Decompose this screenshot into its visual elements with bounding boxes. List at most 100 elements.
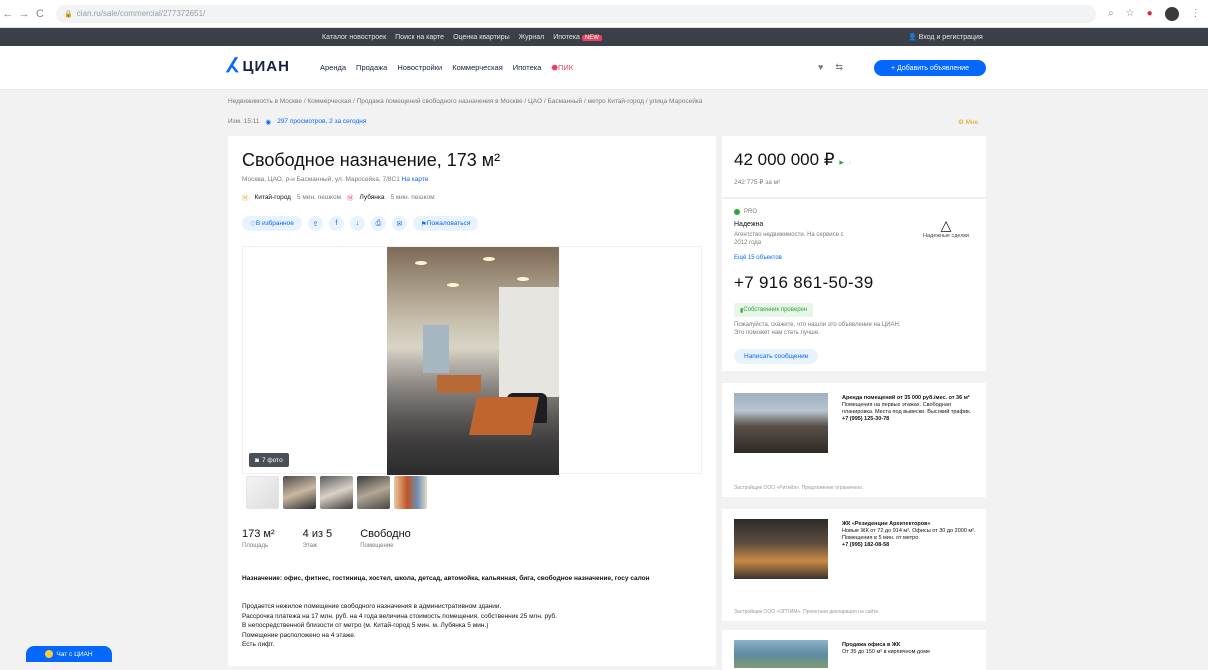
extension-icon[interactable]: ● — [1147, 8, 1153, 19]
metro-station[interactable]: Лубянка — [360, 194, 385, 201]
print-icon[interactable]: ⎙ — [370, 216, 386, 231]
agent-logo[interactable]: △ Надежные сделки — [918, 217, 974, 239]
avatar[interactable] — [1164, 6, 1179, 21]
price-value: 42 000 000 ₽ ▸ ◦ — [734, 150, 852, 169]
photo-gallery[interactable]: ◙ 7 фото — [242, 246, 702, 475]
contact-note: Пожалуйста, скажите, что нашли это объяв… — [734, 322, 901, 336]
photo-thumbnails — [246, 476, 427, 509]
ad-card[interactable]: Аренда помещений от 35 000 руб./мес. от … — [722, 383, 986, 497]
contact-card: PRO Надежна Агентство недвижимости. На с… — [722, 199, 986, 371]
listing-meta: Изм. 15:11 ◉ 297 просмотров, 2 за сегодн… — [228, 118, 366, 126]
compare-icon[interactable]: ⇆ — [835, 62, 843, 73]
favorites-icon[interactable]: ♥ — [818, 62, 823, 73]
social-icon[interactable]: f — [328, 216, 344, 231]
toplink-valuation[interactable]: Оценка квартиры — [453, 34, 510, 41]
toplink-catalog[interactable]: Каталог новостроек — [322, 34, 386, 41]
complain-button[interactable]: ⚑ Пожаловаться — [412, 216, 479, 231]
add-listing-button[interactable]: + Добавить объявление — [874, 60, 986, 76]
nav-sale[interactable]: Продажа — [356, 63, 387, 72]
photo-lamp — [415, 261, 427, 265]
thumbnail[interactable] — [283, 476, 316, 509]
menu-icon[interactable]: ⋮ — [1191, 8, 1201, 19]
offer-card: Свободное назначение, 173 м² Москва, ЦАО… — [228, 136, 716, 666]
agent-more-link[interactable]: Ещё 15 объектов — [734, 255, 782, 261]
ad-image[interactable] — [734, 640, 828, 668]
price-history-icon[interactable]: ◦ — [849, 158, 852, 167]
spec-area: 173 м² Площадь — [242, 528, 275, 549]
logo-icon: ⵃ — [226, 55, 239, 77]
thumbnail[interactable] — [357, 476, 390, 509]
photo-lamp — [447, 283, 459, 287]
price-trend-icon[interactable]: ▸ — [839, 157, 844, 167]
agent-name[interactable]: Надежна — [734, 221, 763, 228]
map-link[interactable]: На карте — [402, 176, 429, 183]
url-text: cian.ru/sale/commercial/277372651/ — [76, 9, 206, 18]
toplink-mortgage[interactable]: Ипотека NEW — [553, 34, 602, 41]
price-per-meter: 242 775 ₽ за м² — [734, 179, 781, 186]
browser-toolbar: ← → C 🔒 cian.ru/sale/commercial/27737265… — [0, 0, 1208, 28]
main-photo[interactable] — [387, 247, 559, 475]
photo-lamp — [517, 277, 529, 281]
cian-logo[interactable]: ⵃ ЦИАН — [226, 56, 290, 76]
nav-rent[interactable]: Аренда — [320, 63, 346, 72]
views-icon: ◉ — [265, 119, 272, 126]
offer-purpose: Назначение: офис, фитнес, гостиница, хос… — [242, 575, 650, 582]
nav-mortgage[interactable]: Ипотека — [513, 63, 542, 72]
status-dot — [734, 209, 740, 215]
camera-icon: ◙ — [255, 456, 259, 464]
ad-text: Аренда помещений от 35 000 руб./мес. от … — [842, 395, 972, 422]
phone-number[interactable]: +7 916 861-50-39 — [734, 273, 874, 293]
favorite-button[interactable]: ♡ В избранное — [242, 216, 302, 231]
chat-icon — [45, 650, 54, 658]
nav-newbuild[interactable]: Новостройки — [397, 63, 442, 72]
main-nav: Аренда Продажа Новостройки Коммерческая … — [320, 63, 573, 72]
agency-logo-icon: △ — [940, 217, 952, 233]
pro-badge: PRO — [734, 209, 757, 215]
thumbnail[interactable] — [320, 476, 353, 509]
ad-footer: Застройщик ООО «ОПТИМ». Проектная деклар… — [734, 608, 880, 615]
reload-button[interactable]: C — [32, 8, 48, 20]
zoom-icon[interactable]: ⌕ — [1108, 8, 1114, 19]
views-count[interactable]: 297 просмотров, 2 за сегодня — [277, 118, 366, 126]
write-message-button[interactable]: Написать сообщение — [734, 349, 819, 364]
ad-image[interactable] — [734, 393, 828, 453]
message-icon[interactable]: ✉ — [391, 216, 407, 231]
share-icon[interactable]: ⇪ — [307, 216, 323, 231]
download-icon[interactable]: ↓ — [349, 216, 365, 231]
back-button[interactable]: ← — [0, 8, 16, 20]
updated-time: Изм. 15:11 — [228, 118, 260, 125]
verified-badge: ▮ Собственник проверен — [734, 303, 814, 317]
offer-actions: ♡ В избранное ⇪ f ↓ ⎙ ✉ ⚑ Пожаловаться — [242, 216, 479, 231]
photo-desk — [468, 397, 540, 435]
toplink-journal[interactable]: Журнал — [519, 34, 545, 41]
breadcrumb[interactable]: Недвижимость в Москве / Коммерческая / П… — [228, 98, 702, 105]
photo-lamp — [483, 257, 495, 261]
ad-card[interactable]: Продажа офиса в ЖК От 35 до 150 м² в кир… — [722, 630, 986, 670]
metro-icon: Ⓜ — [347, 195, 354, 202]
nav-pik[interactable]: ⬣ПИК — [551, 63, 573, 72]
site-header: ⵃ ЦИАН Аренда Продажа Новостройки Коммер… — [0, 46, 1208, 90]
toplink-map[interactable]: Поиск на карте — [395, 34, 444, 41]
help-link[interactable]: ⚙ Мне — [958, 118, 978, 126]
address-bar[interactable]: 🔒 cian.ru/sale/commercial/277372651/ — [56, 4, 1096, 23]
metro-station[interactable]: Китай-город — [255, 194, 291, 201]
photo-wall — [499, 287, 559, 397]
photo-count-badge[interactable]: ◙ 7 фото — [249, 453, 289, 467]
nav-commercial[interactable]: Коммерческая — [452, 63, 503, 72]
star-icon[interactable]: ☆ — [1126, 8, 1135, 19]
metro-list: Ⓜ Китай-город 5 мин. пешком Ⓜ Лубянка 5 … — [242, 192, 435, 203]
photo-desk — [437, 375, 481, 393]
forward-button[interactable]: → — [16, 8, 32, 20]
ad-text: ЖК «Резиденции Архитекторов» Новые ЖК от… — [842, 521, 976, 548]
thumbnail[interactable] — [394, 476, 427, 509]
metro-time: 5 мин. пешком — [296, 193, 342, 201]
ad-image[interactable] — [734, 519, 828, 579]
login-link[interactable]: 👤 Вход и регистрация — [908, 33, 983, 41]
metro-time: 5 мин. пешком — [390, 193, 435, 201]
offer-specs: 173 м² Площадь 4 из 5 Этаж Свободно Поме… — [242, 528, 411, 549]
thumbnail[interactable] — [246, 476, 279, 509]
new-badge: NEW — [581, 34, 602, 41]
lock-icon: 🔒 — [64, 10, 73, 18]
spec-status: Свободно Помещение — [360, 528, 411, 549]
ad-card[interactable]: ЖК «Резиденции Архитекторов» Новые ЖК от… — [722, 509, 986, 621]
